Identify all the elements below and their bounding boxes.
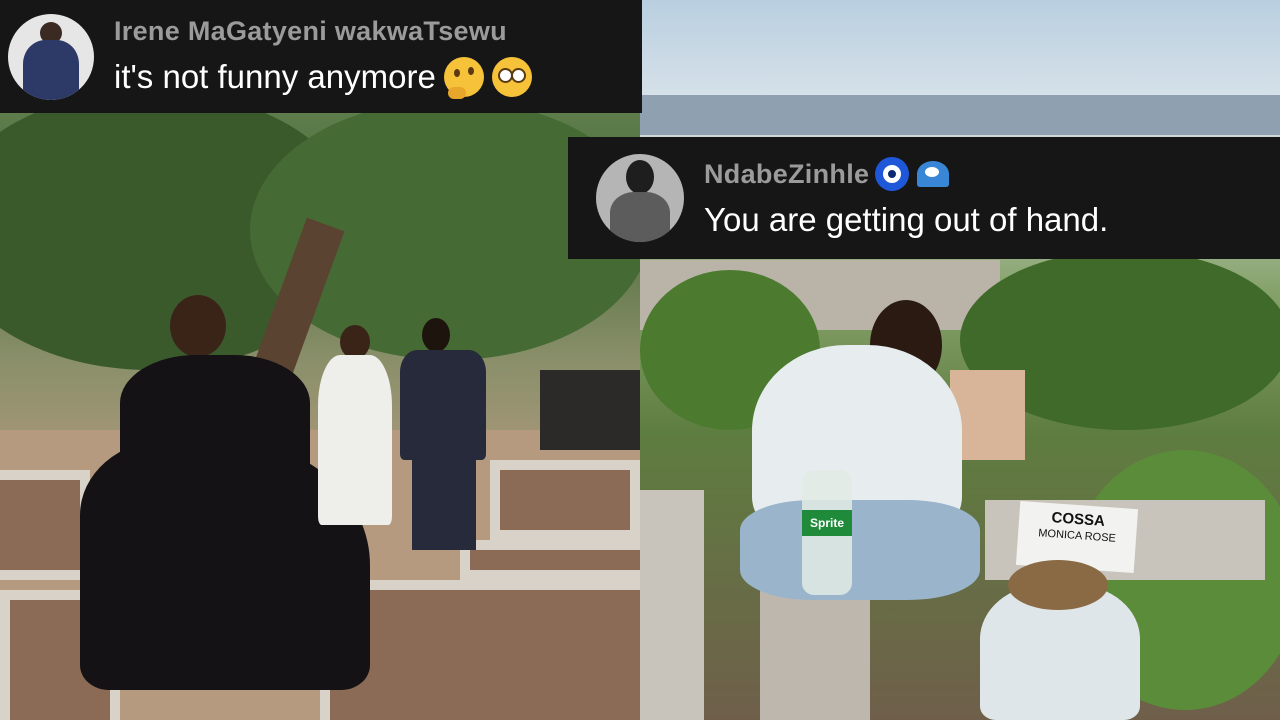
comment-author[interactable]: Irene MaGatyeni wakwaTsewu	[114, 16, 532, 47]
nazar-amulet-icon	[875, 157, 910, 191]
water-bottle: Sprite	[802, 470, 852, 595]
comment-card-1: Irene MaGatyeni wakwaTsewu it's not funn…	[0, 0, 642, 113]
flushed-face-icon	[491, 57, 532, 97]
grave-curb	[640, 490, 704, 720]
comment-card-2: NdabeZinhle You are getting out of hand.	[568, 137, 1280, 259]
stone-steps	[540, 370, 640, 450]
comment-text: You are getting out of hand.	[704, 201, 1109, 238]
grave-plot	[0, 470, 90, 580]
avatar[interactable]	[596, 154, 684, 242]
mountains	[640, 95, 1280, 135]
bottle-label: Sprite	[802, 510, 852, 536]
hat	[1008, 560, 1108, 610]
water-wave-icon	[915, 157, 955, 191]
avatar[interactable]	[8, 13, 94, 100]
right-photo: Sprite COSSA MONICA ROSE	[640, 0, 1280, 720]
comment-author[interactable]: NdabeZinhle	[704, 159, 869, 190]
grave-plot	[490, 460, 640, 540]
comment-text: it's not funny anymore	[114, 58, 436, 95]
grave-plot	[460, 540, 640, 580]
thinking-face-icon	[443, 57, 484, 99]
